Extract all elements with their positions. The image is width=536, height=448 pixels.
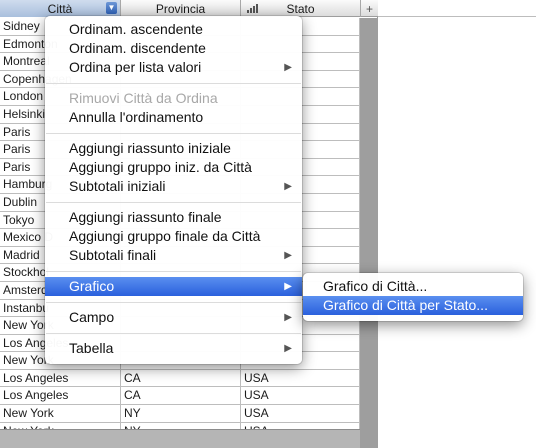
menu-separator (45, 265, 302, 277)
cell-provincia[interactable]: NY (121, 405, 241, 423)
empty-pane (378, 0, 536, 448)
menu-item-label: Ordina per lista valori (69, 59, 202, 75)
empty-column-area (360, 18, 378, 448)
column-header-stato[interactable]: Stato (241, 0, 361, 17)
menu-item-sort-descending[interactable]: Ordinam. discendente (45, 39, 302, 58)
menu-item-label: Tabella (69, 340, 114, 356)
column-context-menu: Ordinam. ascendente Ordinam. discendente… (45, 16, 302, 364)
menu-item-label: Annulla l'ordinamento (69, 109, 204, 125)
menu-item-add-trailing-group[interactable]: Aggiungi gruppo finale da Città (45, 227, 302, 246)
column-header-label: Città (47, 1, 73, 16)
menu-item-label: Aggiungi gruppo iniz. da Città (69, 159, 252, 175)
column-menu-button[interactable]: ▼ (106, 2, 117, 14)
cell-citta[interactable]: Los Angeles (0, 369, 121, 387)
table-footer (0, 429, 360, 448)
submenu-arrow-icon: ▶ (284, 343, 292, 354)
submenu-arrow-icon: ▶ (284, 250, 292, 261)
table-row[interactable]: Los Angeles CA USA (0, 369, 360, 388)
table-row[interactable]: Los Angeles CA USA (0, 387, 360, 406)
menu-item-label: Subtotali iniziali (69, 178, 166, 194)
menu-item-remove-sort: Rimuovi Città da Ordina (45, 89, 302, 108)
menu-item-chart[interactable]: Grafico ▶ (45, 277, 302, 296)
cell-stato[interactable]: USA (241, 405, 360, 423)
cell-provincia[interactable]: CA (121, 387, 241, 405)
menu-item-label: Grafico di Città per Stato... (323, 297, 488, 313)
cell-citta[interactable]: Los Angeles (0, 387, 121, 405)
menu-separator (45, 77, 302, 89)
menu-item-label: Aggiungi gruppo finale da Città (69, 228, 261, 244)
cell-provincia[interactable]: CA (121, 369, 241, 387)
chart-submenu: Grafico di Città... Grafico di Città per… (303, 273, 523, 321)
submenu-arrow-icon: ▶ (284, 312, 292, 323)
menu-item-field[interactable]: Campo ▶ (45, 308, 302, 327)
plus-icon: + (365, 1, 373, 16)
submenu-arrow-icon: ▶ (284, 62, 292, 73)
menu-separator (45, 196, 302, 208)
column-header-label: Stato (286, 1, 315, 16)
menu-item-unsort[interactable]: Annulla l'ordinamento (45, 108, 302, 127)
cell-stato[interactable]: USA (241, 387, 360, 405)
menu-item-trailing-subtotals[interactable]: Subtotali finali ▶ (45, 246, 302, 265)
table-row[interactable]: New YorkNYUSA (0, 405, 360, 423)
menu-item-sort-by-value-list[interactable]: Ordina per lista valori ▶ (45, 58, 302, 77)
menu-item-label: Ordinam. ascendente (69, 21, 203, 37)
submenu-item-chart-city-by-state[interactable]: Grafico di Città per Stato... (303, 296, 523, 315)
menu-item-label: Grafico (69, 278, 115, 294)
submenu-arrow-icon: ▶ (284, 181, 292, 192)
menu-separator (45, 296, 302, 308)
summary-bars-icon (247, 4, 258, 13)
submenu-arrow-icon: ▶ (284, 281, 292, 292)
menu-separator (45, 127, 302, 139)
menu-item-label: Aggiungi riassunto iniziale (69, 140, 231, 156)
column-header-citta[interactable]: Città ▼ (0, 0, 121, 17)
column-header-label: Provincia (155, 1, 206, 16)
add-column-button[interactable]: + (361, 0, 378, 17)
menu-item-add-trailing-summary[interactable]: Aggiungi riassunto finale (45, 208, 302, 227)
menu-item-add-leading-group[interactable]: Aggiungi gruppo iniz. da Città (45, 158, 302, 177)
cell-stato[interactable]: USA (241, 369, 360, 387)
submenu-item-chart-city[interactable]: Grafico di Città... (303, 277, 523, 296)
menu-item-label: Campo (69, 309, 115, 325)
cell-citta[interactable]: New York (0, 405, 121, 423)
menu-item-label: Rimuovi Città da Ordina (69, 90, 218, 106)
menu-item-label: Aggiungi riassunto finale (69, 209, 222, 225)
menu-item-leading-subtotals[interactable]: Subtotali iniziali ▶ (45, 177, 302, 196)
column-header-row: Città ▼ Provincia Stato + (0, 0, 378, 17)
column-header-provincia[interactable]: Provincia (121, 0, 241, 17)
menu-item-label: Grafico di Città... (323, 278, 428, 294)
menu-item-label: Ordinam. discendente (69, 40, 206, 56)
menu-item-table[interactable]: Tabella ▶ (45, 339, 302, 358)
menu-item-label: Subtotali finali (69, 247, 157, 263)
menu-separator (45, 327, 302, 339)
menu-item-sort-ascending[interactable]: Ordinam. ascendente (45, 20, 302, 39)
menu-item-add-leading-summary[interactable]: Aggiungi riassunto iniziale (45, 139, 302, 158)
pane-header-line (378, 0, 536, 17)
